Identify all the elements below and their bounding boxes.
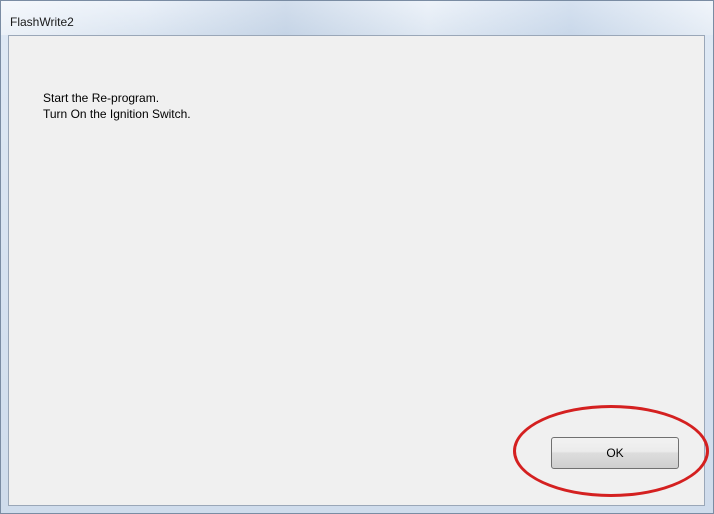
title-bar[interactable]: FlashWrite2 bbox=[1, 1, 713, 35]
message-line-1: Start the Re-program. bbox=[43, 91, 160, 105]
message-line-2: Turn On the Ignition Switch. bbox=[43, 107, 191, 121]
window-title: FlashWrite2 bbox=[10, 15, 74, 29]
dialog-message: Start the Re-program. Turn On the Igniti… bbox=[43, 90, 191, 122]
ok-button[interactable]: OK bbox=[551, 437, 679, 469]
